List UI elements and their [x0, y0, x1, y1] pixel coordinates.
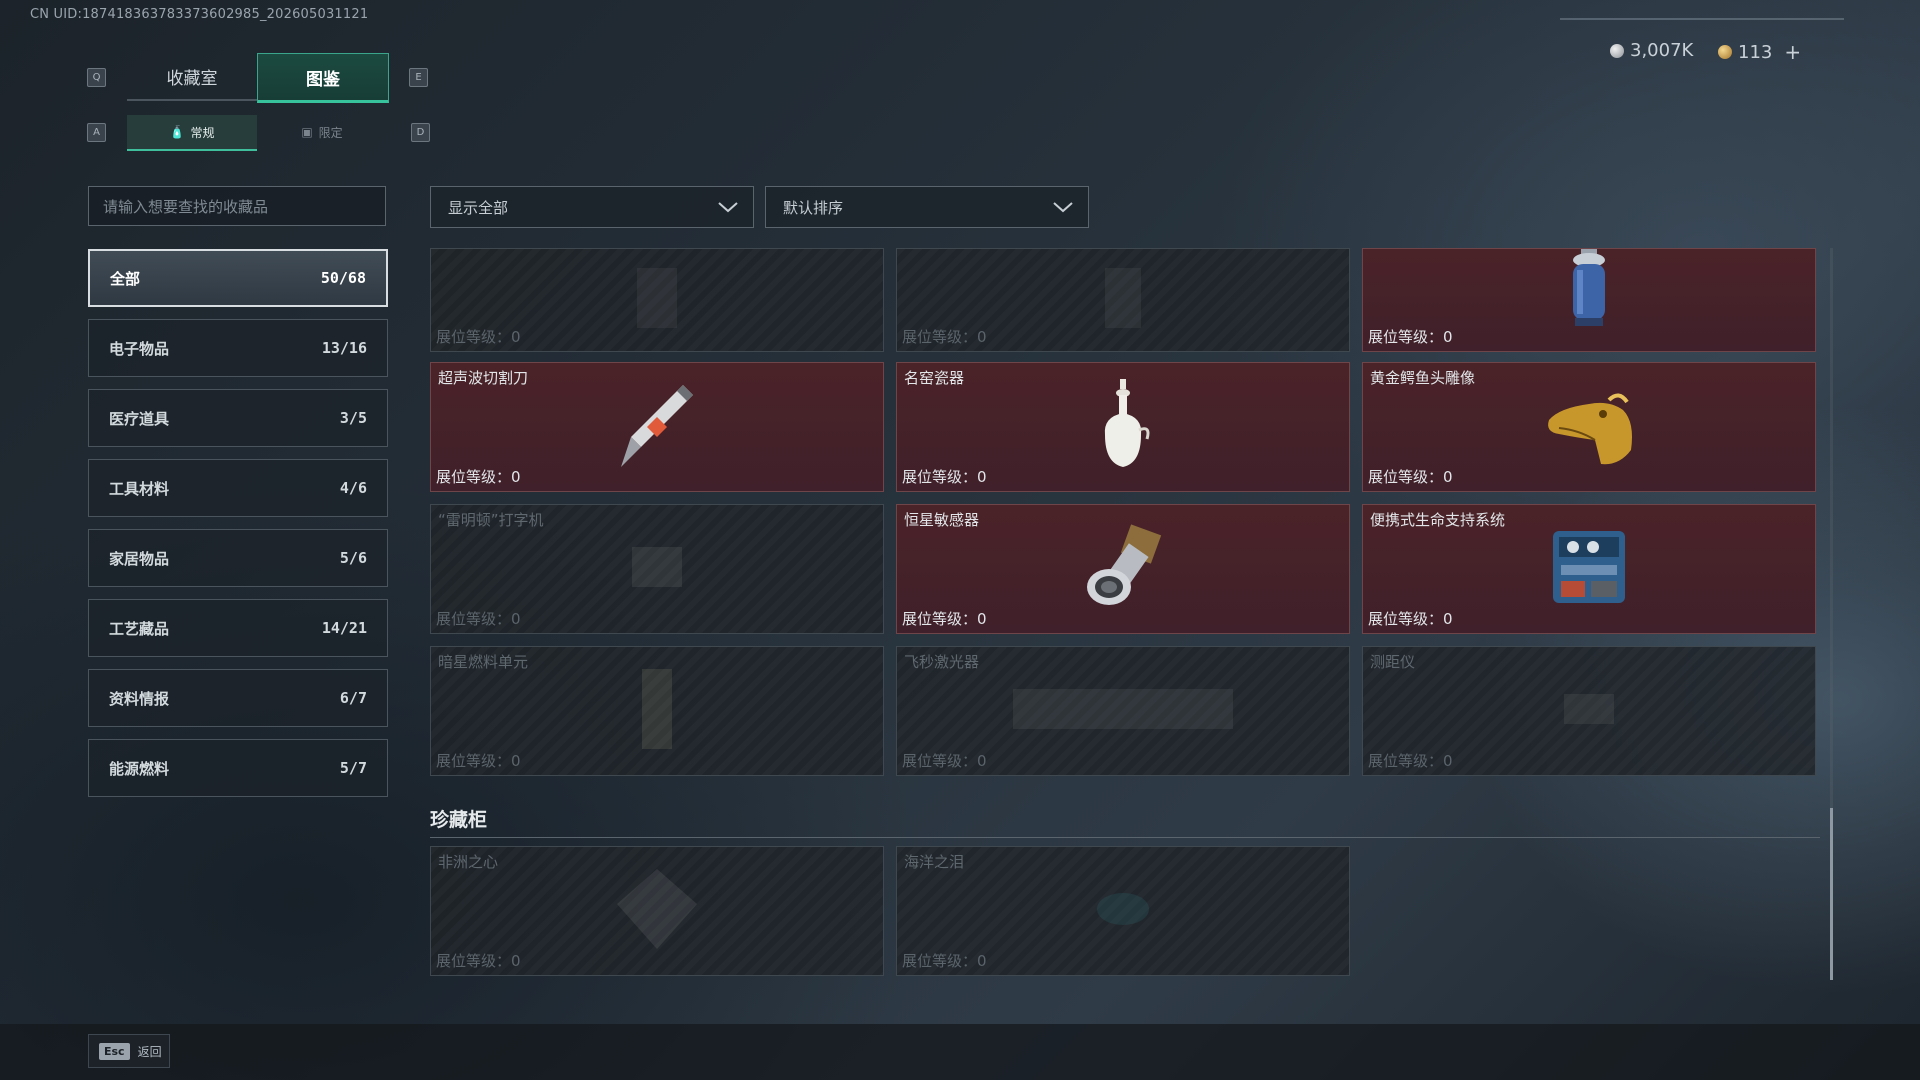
- life-support-icon: [1539, 517, 1639, 621]
- category-crafts[interactable]: 工艺藏品 14/21: [88, 599, 388, 657]
- sort-dropdown[interactable]: 默认排序: [765, 186, 1089, 228]
- key-hint-a: A: [87, 123, 106, 142]
- laser-icon: [1008, 679, 1238, 743]
- gas-canister-icon: [1559, 249, 1619, 334]
- chevron-down-icon: [1053, 202, 1073, 213]
- collection-card[interactable]: “雷明顿”打字机 展位等级：0: [430, 504, 884, 634]
- ultrasonic-knife-icon: [607, 375, 707, 479]
- category-household[interactable]: 家居物品 5/6: [88, 529, 388, 587]
- collection-card[interactable]: 展位等级：0: [896, 248, 1350, 352]
- esc-key-hint: Esc: [99, 1042, 130, 1060]
- collection-card[interactable]: 展位等级：0: [430, 248, 884, 352]
- gold-coin-icon: [1718, 45, 1732, 59]
- gold-currency[interactable]: 113 +: [1718, 40, 1801, 64]
- user-uid: CN UID:18741836378337360298​5_2026050311…: [30, 7, 369, 22]
- image-icon: ▣: [301, 125, 313, 139]
- tab-collection-room[interactable]: 收藏室: [127, 53, 257, 101]
- collection-card[interactable]: 测距仪 展位等级：0: [1362, 646, 1816, 776]
- category-all[interactable]: 全部 50/68: [88, 249, 388, 307]
- diamond-icon: [612, 864, 702, 958]
- gold-amount: 113: [1738, 41, 1773, 63]
- rangefinder-icon: [1559, 689, 1619, 733]
- chevron-down-icon: [718, 202, 738, 213]
- collection-card[interactable]: 黄金鳄鱼头雕像 展位等级：0: [1362, 362, 1816, 492]
- silver-currency: 3,007K: [1610, 40, 1693, 61]
- tab-limited[interactable]: ▣ 限定: [257, 115, 387, 149]
- back-label: 返回: [137, 1044, 162, 1059]
- vault-card[interactable]: 海洋之泪 展位等级：0: [896, 846, 1350, 976]
- vault-card[interactable]: 非洲之心 展位等级：0: [430, 846, 884, 976]
- back-button[interactable]: Esc 返回: [88, 1034, 170, 1068]
- collection-card[interactable]: 恒星敏感器 展位等级：0: [896, 504, 1350, 634]
- collection-card[interactable]: 名窑瓷器 展位等级：0: [896, 362, 1350, 492]
- tab-regular[interactable]: 🧴 常规: [127, 115, 257, 151]
- collection-card[interactable]: 飞秒激光器 展位等级：0: [896, 646, 1350, 776]
- category-intel[interactable]: 资料情报 6/7: [88, 669, 388, 727]
- category-electronics[interactable]: 电子物品 13/16: [88, 319, 388, 377]
- typewriter-icon: [627, 537, 687, 601]
- silver-coin-icon: [1610, 43, 1624, 58]
- porcelain-vase-icon: [1093, 375, 1153, 479]
- collection-grid: 展位等级：0 展位等级：0 展位等级：0 超声波切割刀 展位等级：0 名窑瓷器 …: [430, 248, 1818, 978]
- key-hint-d: D: [411, 123, 430, 142]
- scrollbar-thumb[interactable]: [1830, 808, 1833, 980]
- cabinet-icon: [1093, 263, 1153, 337]
- bottle-icon: 🧴: [169, 125, 185, 139]
- section-divider: [430, 837, 1820, 838]
- key-hint-q: Q: [87, 68, 106, 87]
- category-energy[interactable]: 能源燃料 5/7: [88, 739, 388, 797]
- tab-catalog[interactable]: 图鉴: [257, 53, 389, 103]
- star-sensor-icon: [1073, 517, 1173, 621]
- search-input[interactable]: 请输入想要查找的收藏品: [88, 186, 386, 226]
- fuel-cell-icon: [632, 664, 682, 758]
- category-tools[interactable]: 工具材料 4/6: [88, 459, 388, 517]
- vault-section-title: 珍藏柜: [430, 809, 488, 831]
- silver-amount: 3,007K: [1630, 40, 1694, 61]
- machine-icon: [627, 263, 687, 337]
- collection-card[interactable]: 暗星燃料单元 展位等级：0: [430, 646, 884, 776]
- top-decor-line: [1560, 18, 1844, 20]
- collection-card[interactable]: 超声波切割刀 展位等级：0: [430, 362, 884, 492]
- gold-crocodile-icon: [1539, 380, 1639, 474]
- key-hint-e: E: [409, 68, 428, 87]
- category-medical[interactable]: 医疗道具 3/5: [88, 389, 388, 447]
- add-currency-icon[interactable]: +: [1784, 40, 1801, 64]
- collection-card[interactable]: 便携式生命支持系统 展位等级：0: [1362, 504, 1816, 634]
- gem-icon: [1093, 889, 1153, 933]
- footer-bar: [0, 1024, 1920, 1080]
- collection-card[interactable]: 展位等级：0: [1362, 248, 1816, 352]
- filter-dropdown[interactable]: 显示全部: [430, 186, 754, 228]
